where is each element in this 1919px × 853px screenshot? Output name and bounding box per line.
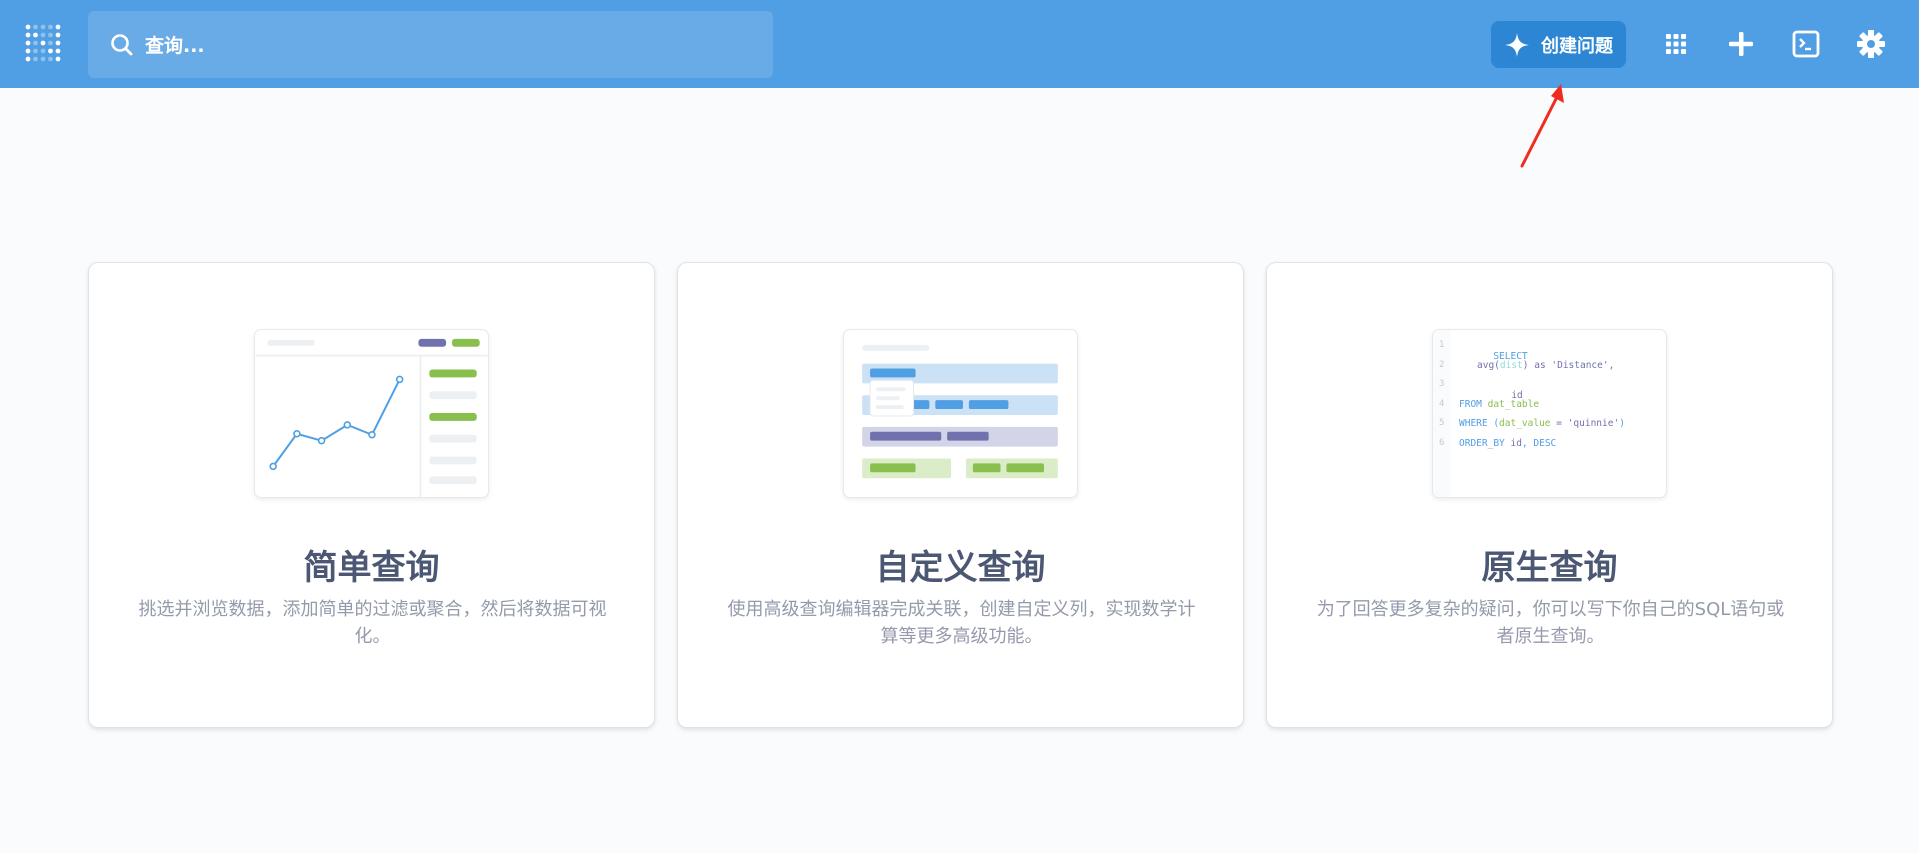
card-description: 挑选并浏览数据，添加简单的过滤或聚合，然后将数据可视化。 (138, 599, 607, 647)
native-query-card[interactable]: 1 2 3 4 5 6 SELECT avg(dist) as 'Distanc… (1266, 262, 1833, 728)
line-number: 5 (1439, 418, 1445, 428)
sql-line: avg(dist) as 'Distance', (1477, 360, 1615, 371)
custom-query-card[interactable]: 自定义查询 使用高级查询编辑器完成关联，创建自定义列，实现数学计算等更多高级功能… (677, 262, 1244, 728)
line-number: 3 (1439, 379, 1445, 389)
card-title: 自定义查询 (875, 548, 1046, 588)
line-number: 2 (1439, 360, 1445, 370)
gear-icon[interactable] (1855, 28, 1887, 60)
sparkle-icon (1505, 32, 1529, 57)
simple-query-card[interactable]: 简单查询 挑选并浏览数据，添加简单的过滤或聚合，然后将数据可视化。 (88, 262, 655, 728)
sql-line: FROM dat_table (1459, 399, 1540, 410)
line-number: 6 (1439, 438, 1445, 448)
card-title: 原生查询 (1481, 548, 1618, 588)
search-icon (111, 33, 133, 55)
card-description: 为了回答更多复杂的疑问，你可以写下你自己的SQL语句或者原生查询。 (1316, 599, 1785, 647)
metabase-logo[interactable] (24, 22, 62, 66)
sql-line: WHERE (dat_value = 'quinnie') (1459, 418, 1625, 429)
search-placeholder: 查询... (145, 35, 205, 57)
custom-query-illustration (843, 329, 1078, 498)
line-number-gutter (1433, 330, 1451, 497)
plus-icon[interactable] (1725, 28, 1757, 60)
sql-line: ORDER_BY id, DESC (1459, 438, 1557, 449)
create-question-label: 创建问题 (1541, 35, 1613, 57)
terminal-icon[interactable] (1790, 28, 1822, 60)
create-question-button[interactable]: 创建问题 (1491, 21, 1626, 68)
simple-query-illustration (254, 329, 489, 498)
search-bar[interactable]: 查询... (88, 11, 773, 78)
top-navbar: 查询... 创建问题 (0, 0, 1919, 88)
apps-grid-icon[interactable] (1660, 28, 1692, 60)
annotation-arrow (1520, 84, 1564, 168)
card-description: 使用高级查询编辑器完成关联，创建自定义列，实现数学计算等更多高级功能。 (727, 599, 1196, 647)
line-number: 1 (1439, 340, 1445, 350)
card-title: 简单查询 (303, 548, 440, 588)
line-number: 4 (1439, 399, 1445, 409)
native-query-illustration: 1 2 3 4 5 6 SELECT avg(dist) as 'Distanc… (1432, 329, 1667, 498)
